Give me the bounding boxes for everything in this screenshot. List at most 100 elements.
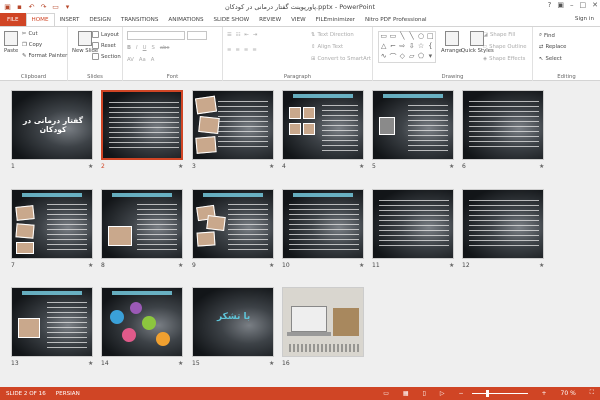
align-left-icon[interactable]: ≡ (227, 47, 231, 53)
numbering-icon[interactable]: ☷ (236, 32, 241, 38)
zoom-level[interactable]: 70 % (561, 390, 576, 397)
font-size-select[interactable] (187, 31, 207, 40)
select-button[interactable]: ↖ Select (539, 56, 562, 62)
strikethrough-icon[interactable]: abc (160, 45, 170, 51)
slide-thumbnail[interactable]: گفتار درمانی در کودکان (11, 90, 93, 160)
save-icon[interactable]: ▪ (15, 2, 24, 11)
replace-button[interactable]: ⇄ Replace (539, 44, 566, 50)
tab-insert[interactable]: INSERT (55, 13, 85, 26)
align-text-button[interactable]: ⇕ Align Text (311, 44, 343, 50)
section-button[interactable]: Section (92, 53, 121, 60)
slide-number: 7 (11, 262, 15, 269)
slide-thumbnail[interactable] (462, 189, 544, 259)
redo-icon[interactable]: ↷ (39, 2, 48, 11)
status-right: ▭ ▦ ▯ ▷ − + 70 % ⛶ (377, 389, 594, 397)
justify-icon[interactable]: ≡ (252, 47, 256, 53)
slide-thumbnail[interactable] (282, 189, 364, 259)
underline-icon[interactable]: U (143, 45, 147, 51)
close-icon[interactable]: ✕ (592, 1, 598, 9)
tab-slide-show[interactable]: SLIDE SHOW (209, 13, 255, 26)
slide-thumbnail[interactable] (372, 90, 454, 160)
shadow-icon[interactable]: S (152, 45, 155, 51)
character-spacing-icon[interactable]: AV (127, 57, 134, 63)
language-indicator[interactable]: PERSIAN (56, 391, 80, 397)
slide-thumbnail[interactable]: با تشکر (192, 287, 274, 357)
italic-icon[interactable]: I (136, 45, 138, 51)
slide-number: 3 (192, 163, 196, 170)
transition-star-icon: ★ (178, 360, 184, 367)
bold-icon[interactable]: B (127, 45, 131, 51)
zoom-in-icon[interactable]: + (542, 390, 547, 397)
copy-button[interactable]: ❐ Copy (22, 42, 42, 48)
increase-indent-icon[interactable]: ⇥ (253, 32, 257, 38)
tab-fileminimizer[interactable]: FILEminimizer (311, 13, 360, 26)
smartart-icon: ⊞ (311, 56, 316, 62)
select-arrow-icon: ↖ (539, 56, 544, 62)
slideshow-view-icon[interactable]: ▷ (440, 390, 445, 397)
shapes-gallery[interactable]: ▭ ▭ ╲ ╲ ○ □ △ ⌐ ⇨ ⇩ ☆{ ∿ ⌒ ◇ ▱ ⬠ ▾ (378, 31, 436, 63)
normal-view-icon[interactable]: ▭ (383, 390, 389, 397)
text-direction-icon: ⇅ (311, 32, 316, 38)
arrange-button[interactable]: Arrange (441, 31, 462, 54)
tab-nitro-pdf[interactable]: Nitro PDF Professional (360, 13, 432, 26)
maximize-icon[interactable]: □ (580, 1, 587, 9)
tab-home[interactable]: HOME (25, 13, 55, 26)
slide-thumbnail[interactable] (192, 189, 274, 259)
effects-icon: ◈ (483, 56, 488, 62)
align-center-icon[interactable]: ≡ (235, 47, 239, 53)
font-family-select[interactable] (127, 31, 185, 40)
start-slideshow-icon[interactable]: ▭ (51, 2, 60, 11)
shape-outline-button[interactable]: ▱ Shape Outline (483, 44, 527, 50)
tab-review[interactable]: REVIEW (254, 13, 286, 26)
zoom-slider[interactable] (471, 389, 528, 397)
cut-button[interactable]: ✂ Cut (22, 31, 38, 37)
undo-icon[interactable]: ↶ (27, 2, 36, 11)
transition-star-icon: ★ (359, 262, 365, 269)
shape-fill-button[interactable]: ◪ Shape Fill (483, 32, 515, 38)
replace-icon: ⇄ (539, 44, 544, 50)
slide-thumbnail[interactable] (192, 90, 274, 160)
slide-thumbnail[interactable] (462, 90, 544, 160)
slide-sorter-icon[interactable]: ▦ (403, 390, 409, 397)
editing-group: ⌕ Find ⇄ Replace ↖ Select Editing (533, 27, 600, 81)
help-icon[interactable]: ? (548, 1, 552, 9)
layout-icon (92, 31, 99, 38)
tab-transitions[interactable]: TRANSITIONS (116, 13, 164, 26)
tab-view[interactable]: VIEW (286, 13, 311, 26)
ribbon-display-icon[interactable]: ▣ (557, 1, 564, 9)
shape-effects-button[interactable]: ◈ Shape Effects (483, 56, 525, 62)
brush-icon: ✎ (22, 53, 27, 59)
slide-thumbnail[interactable] (282, 90, 364, 160)
decrease-indent-icon[interactable]: ⇤ (245, 32, 249, 38)
bullets-icon[interactable]: ☰ (227, 32, 232, 38)
slide-sorter-view: گفتار درمانی در کودکان 1 ★ 2 ★ 3 ★ 4 ★ 5… (0, 81, 600, 387)
zoom-out-icon[interactable]: − (458, 390, 463, 397)
slide-thumbnail-selected[interactable] (101, 90, 183, 160)
slide-number: 9 (192, 262, 196, 269)
customize-qat-icon[interactable]: ▾ (63, 2, 72, 11)
slide-thumbnail[interactable] (101, 287, 183, 357)
tab-design[interactable]: DESIGN (84, 13, 116, 26)
slide-thumbnail[interactable] (11, 287, 93, 357)
tab-file[interactable]: FILE (0, 13, 26, 26)
fit-window-icon[interactable]: ⛶ (590, 389, 594, 397)
change-case-icon[interactable]: Aa (139, 57, 146, 63)
slide-thumbnail[interactable] (372, 189, 454, 259)
slide-number: 15 (192, 360, 200, 367)
reset-button[interactable]: Reset (92, 42, 116, 49)
slide-thumbnail[interactable] (101, 189, 183, 259)
minimize-icon[interactable]: – (570, 1, 574, 9)
align-right-icon[interactable]: ≡ (244, 47, 248, 53)
find-button[interactable]: ⌕ Find (539, 32, 555, 39)
format-painter-button[interactable]: ✎ Format Painter (22, 53, 67, 59)
convert-smartart-button[interactable]: ⊞ Convert to SmartArt (311, 56, 371, 62)
reading-view-icon[interactable]: ▯ (423, 390, 426, 397)
font-color-icon[interactable]: A (151, 57, 155, 63)
sign-in-link[interactable]: Sign in (575, 16, 594, 22)
layout-button[interactable]: Layout (92, 31, 119, 38)
slide-thumbnail[interactable] (11, 189, 93, 259)
text-direction-button[interactable]: ⇅ Text Direction (311, 32, 354, 38)
slide-thumbnail[interactable] (282, 287, 364, 357)
paste-button[interactable]: Paste (4, 31, 18, 54)
tab-animations[interactable]: ANIMATIONS (163, 13, 208, 26)
